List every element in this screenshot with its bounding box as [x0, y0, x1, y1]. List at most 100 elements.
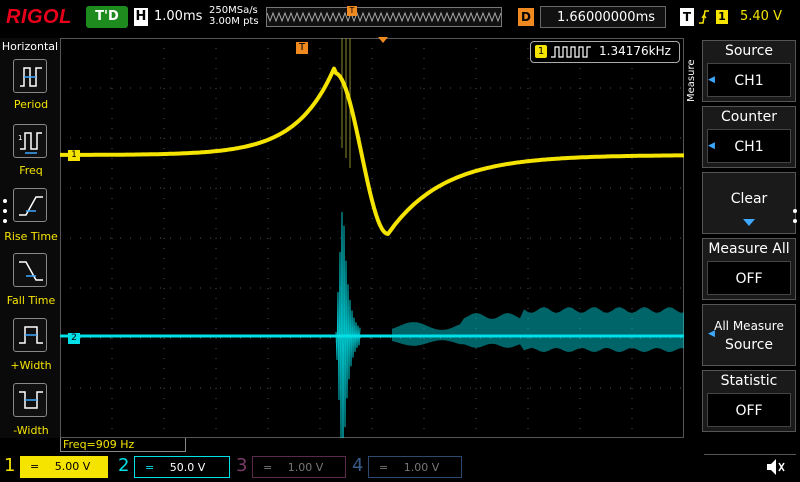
channel-2-offset-marker[interactable]: 2: [68, 333, 80, 344]
grid-dot: [520, 137, 521, 139]
grid-dot: [111, 308, 113, 309]
timebase-value[interactable]: 1.00ms: [154, 9, 202, 24]
run-state-badge[interactable]: T'D: [86, 6, 128, 28]
grid-dot: [423, 418, 425, 419]
grid-dot: [600, 187, 601, 189]
grid-dot: [400, 87, 401, 89]
grid-dot: [475, 118, 477, 119]
grid-dot: [600, 87, 601, 89]
channel-4-scale-box[interactable]: = 1.00 V: [368, 456, 462, 478]
grid-dot: [371, 338, 373, 339]
grid-dot: [423, 408, 425, 409]
grid-dot: [527, 38, 529, 39]
grid-dot: [423, 38, 425, 39]
channel-4-number[interactable]: 4: [352, 454, 368, 478]
grid-dot: [215, 418, 217, 419]
grid-dot: [475, 348, 477, 349]
period-button[interactable]: [13, 59, 47, 93]
grid-dot: [423, 348, 425, 349]
grid-dot: [310, 287, 311, 289]
grid-dot: [150, 337, 151, 339]
trigger-level-value[interactable]: 5.40 V: [740, 8, 782, 26]
grid-dot: [620, 87, 621, 89]
grid-dot: [280, 387, 281, 389]
delay-position-marker[interactable]: [378, 37, 388, 43]
grid-dot: [180, 387, 181, 389]
grid-dot: [580, 137, 581, 139]
grid-dot: [215, 328, 217, 329]
speaker-icon[interactable]: [764, 456, 786, 478]
right-page-indicator: [793, 209, 797, 213]
grid-dot: [370, 87, 371, 89]
grid-dot: [215, 228, 217, 229]
statistic-softkey[interactable]: Statistic OFF: [702, 370, 796, 432]
waveform-display[interactable]: [60, 38, 684, 471]
grid-dot: [267, 428, 269, 429]
grid-dot: [490, 387, 491, 389]
counter-softkey[interactable]: Counter CH1 ◀: [702, 106, 796, 168]
grid-dot: [475, 388, 477, 389]
grid-dot: [360, 237, 361, 239]
grid-dot: [260, 87, 261, 89]
grid-dot: [460, 187, 461, 189]
grid-dot: [579, 78, 581, 79]
all-measure-source-softkey[interactable]: All Measure Source ◀: [702, 304, 796, 366]
grid-dot: [260, 187, 261, 189]
grid-dot: [475, 218, 477, 219]
channel-3-scale-box[interactable]: = 1.00 V: [252, 456, 346, 478]
frequency-button[interactable]: 1: [13, 124, 47, 158]
grid-dot: [579, 228, 581, 229]
grid-dot: [527, 278, 529, 279]
grid-dot: [319, 248, 321, 249]
grid-dot: [150, 237, 151, 239]
grid-dot: [110, 387, 111, 389]
grid-dot: [111, 138, 113, 139]
grid-dot: [190, 237, 191, 239]
grid-dot: [280, 337, 281, 339]
grid-dot: [423, 358, 425, 359]
fall-time-button[interactable]: [13, 253, 47, 287]
grid-dot: [380, 137, 381, 139]
rise-time-button[interactable]: [13, 188, 47, 222]
grid-dot: [470, 87, 471, 89]
grid-dot: [540, 137, 541, 139]
measure-all-softkey[interactable]: Measure All OFF: [702, 238, 796, 300]
grid-dot: [163, 48, 165, 49]
channel-3-number[interactable]: 3: [236, 454, 252, 478]
grid-dot: [215, 338, 217, 339]
grid-dot: [215, 118, 217, 119]
grid-dot: [631, 168, 633, 169]
frequency-status: Freq=909 Hz: [60, 438, 186, 452]
grid-dot: [440, 387, 441, 389]
grid-dot: [163, 218, 165, 219]
grid-dot: [290, 187, 291, 189]
grid-dot: [163, 358, 165, 359]
memory-window: [266, 7, 502, 27]
grid-dot: [475, 378, 477, 379]
grid-dot: [475, 298, 477, 299]
channel-2-number[interactable]: 2: [118, 454, 134, 478]
grid-dot: [319, 298, 321, 299]
source-softkey[interactable]: Source CH1 ◀: [702, 40, 796, 102]
clear-softkey[interactable]: Clear: [702, 172, 796, 234]
grid-dot: [410, 237, 411, 239]
grid-dot: [163, 198, 165, 199]
trigger-position-marker[interactable]: T: [296, 42, 308, 54]
grid-dot: [267, 278, 269, 279]
channel-1-number[interactable]: 1: [4, 454, 20, 478]
negative-width-button[interactable]: [13, 383, 47, 417]
grid-dot: [371, 48, 373, 49]
channel-1-scale-box[interactable]: = 5.00 V: [20, 456, 108, 478]
grid-dot: [130, 187, 131, 189]
source-value: CH1: [707, 63, 791, 97]
delay-value[interactable]: 1.66000000ms: [540, 6, 666, 28]
positive-width-button[interactable]: [13, 318, 47, 352]
grid-dot: [215, 98, 217, 99]
grid-dot: [215, 258, 217, 259]
frequency-counter[interactable]: 1 1.34176kHz: [530, 41, 680, 63]
grid-dot: [170, 287, 171, 289]
channel-2-scale-box[interactable]: = 50.0 V: [134, 456, 230, 478]
channel-1-offset-marker[interactable]: 1: [68, 150, 80, 161]
grid-dot: [250, 387, 251, 389]
grid-dot: [570, 87, 571, 89]
